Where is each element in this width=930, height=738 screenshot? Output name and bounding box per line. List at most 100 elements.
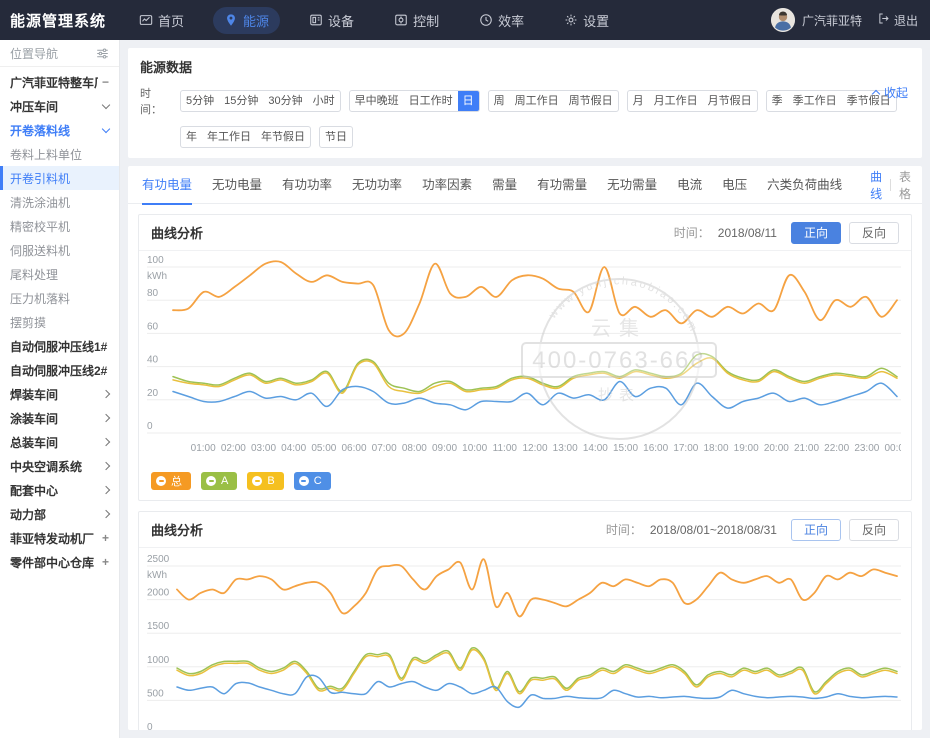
time-filter-option[interactable]: 日工作时 xyxy=(404,91,458,111)
sidebar-item[interactable]: 开卷引料机 xyxy=(0,166,119,190)
tab-5[interactable]: 功率因素 xyxy=(422,166,472,204)
sidebar-item[interactable]: 伺服送料机 xyxy=(0,238,119,262)
sidebar-item-label: 伺服送料机 xyxy=(10,242,109,259)
time-filter-option[interactable]: 年 xyxy=(181,127,202,147)
time-filter-option[interactable]: 周节假日 xyxy=(564,91,618,111)
location-icon xyxy=(224,13,238,27)
sidebar-item[interactable]: 涂装车间 xyxy=(0,406,119,430)
time-filter-option[interactable]: 早中晚班 xyxy=(350,91,404,111)
nav-item-gear[interactable]: 设置 xyxy=(553,7,620,34)
view-mode-2[interactable]: 表格 xyxy=(891,168,919,202)
time-filter-option[interactable]: 周工作日 xyxy=(510,91,564,111)
y-tick-label: 2500 xyxy=(147,554,170,565)
time-filter-option[interactable]: 月工作日 xyxy=(649,91,703,111)
nav-item-clock[interactable]: 效率 xyxy=(468,7,535,34)
sidebar-item[interactable]: 配套中心 xyxy=(0,478,119,502)
chevron-up-icon xyxy=(872,90,880,98)
time-filter-option[interactable]: 30分钟 xyxy=(263,91,307,111)
sidebar-item[interactable]: 开卷落料线 xyxy=(0,118,119,142)
sidebar-item[interactable]: 菲亚特发动机厂+ xyxy=(0,526,119,550)
tab-11[interactable]: 六类负荷曲线 xyxy=(767,166,842,204)
time-filter-option[interactable]: 月节假日 xyxy=(703,91,757,111)
nav-item-device[interactable]: 设备 xyxy=(298,7,365,34)
sidebar-tree: 广汽菲亚特整车厂−冲压车间开卷落料线卷料上料单位开卷引料机清洗涂油机精密校平机伺… xyxy=(0,67,119,574)
sidebar-item[interactable]: 动力部 xyxy=(0,502,119,526)
time-label: 时间： xyxy=(606,521,642,538)
sidebar-item[interactable]: 卷料上料单位 xyxy=(0,142,119,166)
time-filter-option[interactable]: 月 xyxy=(628,91,649,111)
tab-4[interactable]: 无功功率 xyxy=(352,166,402,204)
avatar[interactable] xyxy=(771,8,795,32)
sidebar-item[interactable]: 尾料处理 xyxy=(0,262,119,286)
sidebar-item[interactable]: 总装车间 xyxy=(0,430,119,454)
reverse-button[interactable]: 反向 xyxy=(849,519,899,541)
chevron-right-icon[interactable] xyxy=(102,414,110,422)
logout-button[interactable]: 退出 xyxy=(877,12,918,29)
nav-item-label: 设置 xyxy=(583,11,609,30)
sidebar-item[interactable]: 中央空调系统 xyxy=(0,454,119,478)
tab-10[interactable]: 电压 xyxy=(722,166,747,204)
sidebar-item[interactable]: 精密校平机 xyxy=(0,214,119,238)
sidebar-item[interactable]: 冲压车间 xyxy=(0,94,119,118)
chevron-down-icon[interactable] xyxy=(102,125,110,133)
time-filter-option[interactable]: 5分钟 xyxy=(181,91,219,111)
filter-icon[interactable] xyxy=(96,47,109,60)
nav-item-control[interactable]: 控制 xyxy=(383,7,450,34)
sidebar-item-label: 卷料上料单位 xyxy=(10,146,109,163)
tab-6[interactable]: 需量 xyxy=(492,166,517,204)
sidebar-item[interactable]: 零件部中心仓库+ xyxy=(0,550,119,574)
chevron-right-icon[interactable] xyxy=(102,510,110,518)
tab-3[interactable]: 有功功率 xyxy=(282,166,332,204)
time-filter-option[interactable]: 年工作日 xyxy=(202,127,256,147)
sidebar-item[interactable]: 自动伺服冲压线2# xyxy=(0,358,119,382)
y-axis-unit: kWh xyxy=(147,271,167,282)
forward-button[interactable]: 正向 xyxy=(791,519,841,541)
time-filter-option[interactable]: 15分钟 xyxy=(219,91,263,111)
tab-1[interactable]: 有功电量 xyxy=(142,166,192,204)
minus-icon[interactable]: − xyxy=(102,76,109,88)
legend-marker-icon xyxy=(299,476,309,486)
chevron-right-icon[interactable] xyxy=(102,438,110,446)
collapse-link[interactable]: 收起 xyxy=(873,84,908,101)
plus-icon[interactable]: + xyxy=(102,532,109,544)
curve-chart-month[interactable]: 05001000150020002500kWh08.0108.0208.0308… xyxy=(147,552,901,730)
tab-2[interactable]: 无功电量 xyxy=(212,166,262,204)
sidebar-item[interactable]: 自动伺服冲压线1# xyxy=(0,334,119,358)
sidebar-item-label: 精密校平机 xyxy=(10,218,109,235)
time-filter-option[interactable]: 周 xyxy=(489,91,510,111)
y-tick-label: 500 xyxy=(147,688,164,699)
nav-item-home[interactable]: 首页 xyxy=(128,7,195,34)
series-line-A xyxy=(173,354,897,392)
sidebar-item[interactable]: 广汽菲亚特整车厂− xyxy=(0,70,119,94)
plus-icon[interactable]: + xyxy=(102,556,109,568)
user-name[interactable]: 广汽菲亚特 xyxy=(802,12,862,29)
time-filter-option[interactable]: 季工作日 xyxy=(788,91,842,111)
sidebar-item[interactable]: 焊装车间 xyxy=(0,382,119,406)
sidebar-item[interactable]: 压力机落料 xyxy=(0,286,119,310)
app-title: 能源管理系统 xyxy=(10,10,106,31)
chevron-right-icon[interactable] xyxy=(102,462,110,470)
sidebar-item[interactable]: 摆剪摸 xyxy=(0,310,119,334)
legend-item[interactable]: 总 xyxy=(151,472,191,490)
reverse-button[interactable]: 反向 xyxy=(849,222,899,244)
view-mode-1[interactable]: 曲线 xyxy=(862,168,890,202)
time-filter-option[interactable]: 节日 xyxy=(320,127,352,147)
chevron-right-icon[interactable] xyxy=(102,486,110,494)
legend-item[interactable]: C xyxy=(294,472,331,490)
sidebar-item[interactable]: 清洗涂油机 xyxy=(0,190,119,214)
chevron-down-icon[interactable] xyxy=(102,101,110,109)
forward-button[interactable]: 正向 xyxy=(791,222,841,244)
curve-chart-day[interactable]: 020406080100kWh01:0002:0003:0004:0005:00… xyxy=(147,255,901,467)
legend-item[interactable]: A xyxy=(201,472,237,490)
time-filter-option[interactable]: 年节假日 xyxy=(256,127,310,147)
tab-9[interactable]: 电流 xyxy=(677,166,702,204)
time-filter-option[interactable]: 日 xyxy=(458,91,479,111)
time-filter-option[interactable]: 小时 xyxy=(308,91,340,111)
home-icon xyxy=(139,13,153,27)
tab-7[interactable]: 有功需量 xyxy=(537,166,587,204)
legend-item[interactable]: B xyxy=(247,472,283,490)
tab-8[interactable]: 无功需量 xyxy=(607,166,657,204)
time-filter-option[interactable]: 季 xyxy=(767,91,788,111)
nav-item-location[interactable]: 能源 xyxy=(213,7,280,34)
chevron-right-icon[interactable] xyxy=(102,390,110,398)
